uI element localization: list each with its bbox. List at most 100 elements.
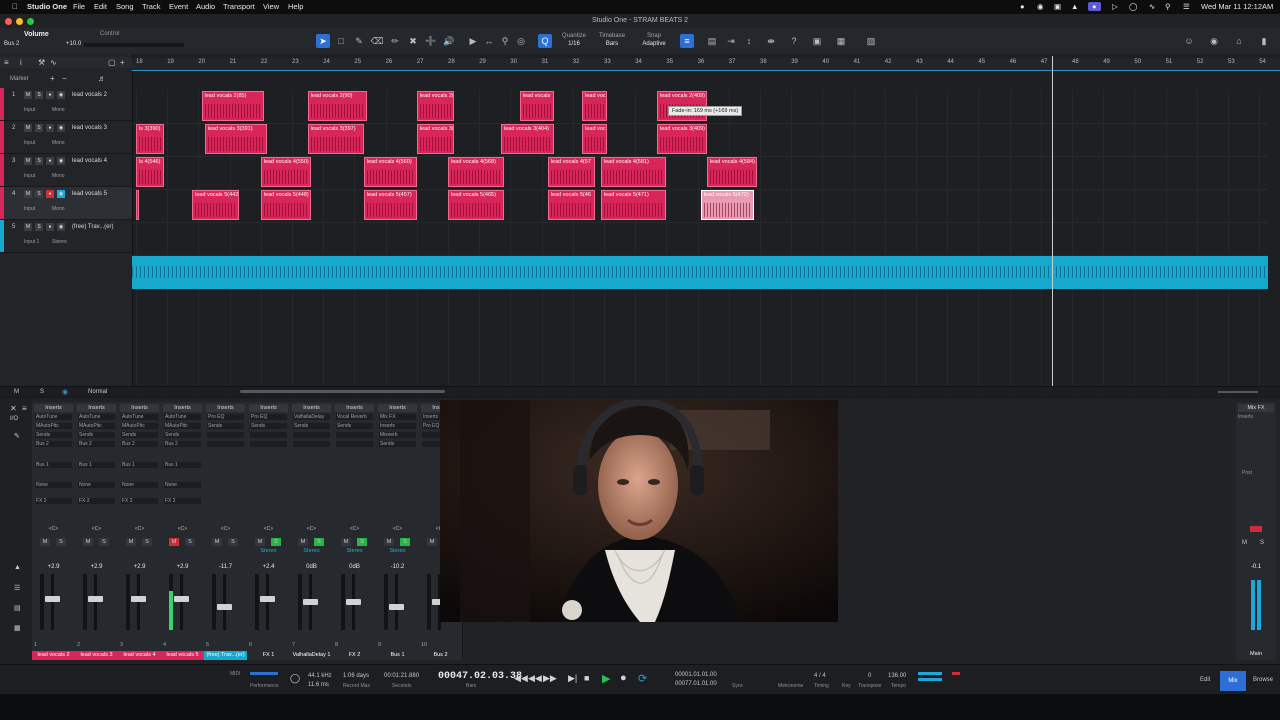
menu-file[interactable]: File <box>73 2 85 11</box>
channel-slot[interactable]: Inserts <box>379 423 416 429</box>
metronome-label[interactable]: Metronome <box>778 683 803 689</box>
channel-slot[interactable] <box>207 432 244 438</box>
track-name[interactable]: (free) Trav...(er) <box>72 224 114 230</box>
ruler-bar-label[interactable]: 49 <box>1103 59 1110 65</box>
monitor-button[interactable]: ◉ <box>57 124 65 132</box>
zoom-slider[interactable] <box>1218 391 1258 393</box>
menu-edit[interactable]: Edit <box>94 2 107 11</box>
ruler-bar-label[interactable]: 19 <box>167 59 174 65</box>
return-to-zero-icon[interactable]: ◀◀ <box>514 673 528 684</box>
channel-output-bus[interactable]: Bus 1 <box>121 462 158 468</box>
channel-name[interactable]: (free) Trav...(er) <box>204 651 247 660</box>
ruler-bar-label[interactable]: 45 <box>978 59 985 65</box>
track-input[interactable]: Input <box>24 107 35 113</box>
channel-slot[interactable]: Vocal Reverb <box>336 414 373 420</box>
channel-solo-button[interactable]: S <box>400 538 410 546</box>
channel-mute-button[interactable]: M <box>427 538 437 546</box>
zoom-tool-icon[interactable]: ⚲ <box>498 34 512 48</box>
clock[interactable]: Wed Mar 11 12:12AM <box>1201 2 1273 11</box>
volume-slider[interactable] <box>84 43 184 47</box>
loop-start[interactable]: 00001.01.01.00 <box>675 672 717 678</box>
stop-icon[interactable]: ■ <box>584 673 589 683</box>
channel-inserts-header[interactable]: Inserts <box>34 404 73 412</box>
add-track-icon[interactable]: + <box>120 58 125 67</box>
grid-view-icon[interactable]: ▦ <box>834 34 848 48</box>
track-input[interactable]: Input <box>24 206 35 212</box>
channel-fader-track[interactable] <box>137 574 140 630</box>
channel-solo-button[interactable]: S <box>271 538 281 546</box>
track-name[interactable]: lead vocals 3 <box>72 125 107 131</box>
audio-event[interactable]: lead vocals 2( <box>416 91 455 121</box>
track-channel-mode[interactable]: Mono <box>52 206 65 212</box>
mute-button[interactable]: M <box>24 223 32 231</box>
ruler-bar-label[interactable]: 20 <box>198 59 205 65</box>
solo-button[interactable]: S <box>35 223 43 231</box>
horizontal-scrollbar[interactable] <box>240 390 445 393</box>
channel-inserts-header[interactable]: Inserts <box>292 404 331 412</box>
channel-fader-track[interactable] <box>223 574 226 630</box>
channel-inserts-header[interactable]: Inserts <box>163 404 202 412</box>
channel-name[interactable]: Bus 2 <box>419 651 462 660</box>
channel-mute-button[interactable]: M <box>40 538 50 546</box>
channel-volume-value[interactable]: 0dB <box>333 564 376 570</box>
channel-send-fx[interactable]: FX 2 <box>164 498 201 504</box>
ruler-bar-label[interactable]: 44 <box>947 59 954 65</box>
ripple-icon[interactable]: ↕ <box>742 34 756 48</box>
pan-control[interactable]: <C> <box>87 526 106 532</box>
audio-event[interactable]: lead vocals 5(457) <box>363 190 417 220</box>
pan-control[interactable]: <C> <box>259 526 278 532</box>
channel-slot[interactable] <box>250 432 287 438</box>
ruler-bar-label[interactable]: 54 <box>1259 59 1266 65</box>
ruler-bar-label[interactable]: 51 <box>1166 59 1173 65</box>
footer-s-icon[interactable]: S <box>40 389 44 395</box>
channel-output-bus[interactable]: Bus 1 <box>78 462 115 468</box>
audio-event[interactable]: lead vocals 5(465) <box>448 190 505 220</box>
eraser-tool-icon[interactable]: ⌫ <box>370 34 384 48</box>
channel-send-none[interactable]: None <box>121 482 158 488</box>
channel-mute-button[interactable]: M <box>255 538 265 546</box>
ruler-bar-label[interactable]: 42 <box>885 59 892 65</box>
pan-control[interactable]: <C> <box>345 526 364 532</box>
channel-send-none[interactable]: None <box>78 482 115 488</box>
channel-fader-knob[interactable] <box>131 596 146 602</box>
track-header[interactable]: 5 M S ● ◉ (free) Trav...(er) Input 1 Stereo <box>0 220 132 253</box>
footer-m-icon[interactable]: M <box>14 389 19 395</box>
channel-slot[interactable]: Sends <box>164 432 201 438</box>
ruler-bar-label[interactable]: 53 <box>1228 59 1235 65</box>
transpose-value[interactable]: 0 <box>868 673 871 679</box>
status-icon-7[interactable]: ◯ <box>1129 2 1137 11</box>
ruler-bar-label[interactable]: 34 <box>635 59 642 65</box>
ruler-bar-label[interactable]: 35 <box>666 59 673 65</box>
channel-slot[interactable]: MAutoPitc <box>35 423 72 429</box>
ruler-bar-label[interactable]: 37 <box>729 59 736 65</box>
audio-event[interactable]: lead vocals 5(448) <box>260 190 311 220</box>
audio-event[interactable] <box>136 190 140 220</box>
footer-monitor-icon[interactable]: ◉ <box>62 388 68 396</box>
main-inserts-label[interactable]: Inserts <box>1238 414 1274 420</box>
ruler-bar-label[interactable]: 52 <box>1197 59 1204 65</box>
control-center-icon[interactable]: ☰ <box>1183 2 1190 11</box>
ruler-bar-label[interactable]: 24 <box>323 59 330 65</box>
mixer-close-icon[interactable]: ✕ <box>10 404 17 413</box>
account-icon[interactable]: ☺ <box>1182 34 1196 48</box>
track-channel-mode[interactable]: Mono <box>52 173 65 179</box>
browse-tab[interactable]: Browse <box>1253 677 1273 683</box>
channel-solo-button[interactable]: S <box>314 538 324 546</box>
channel-mute-button[interactable]: M <box>83 538 93 546</box>
ruler-bar-label[interactable]: 28 <box>448 59 455 65</box>
channel-slot[interactable]: Pro EQ <box>250 414 287 420</box>
channel-mute-button[interactable]: M <box>126 538 136 546</box>
app-menu[interactable]: Studio One <box>27 2 67 11</box>
channel-inserts-header[interactable]: Inserts <box>378 404 417 412</box>
quantize-toggle-icon[interactable]: Q <box>538 34 552 48</box>
inspector-icon[interactable]: i <box>20 58 22 67</box>
channel-fader-knob[interactable] <box>217 604 232 610</box>
add-marker-icon[interactable]: + <box>50 74 55 83</box>
record-arm-button[interactable]: ● <box>46 190 54 198</box>
audio-event[interactable]: lead vocals 4(581) <box>600 157 667 187</box>
menu-track[interactable]: Track <box>142 2 160 11</box>
status-icon-4[interactable]: ▲ <box>1071 2 1078 11</box>
pan-control[interactable]: <C> <box>302 526 321 532</box>
channel-slot[interactable]: Sends <box>207 423 244 429</box>
status-icon-6[interactable]: ▷ <box>1112 2 1118 11</box>
